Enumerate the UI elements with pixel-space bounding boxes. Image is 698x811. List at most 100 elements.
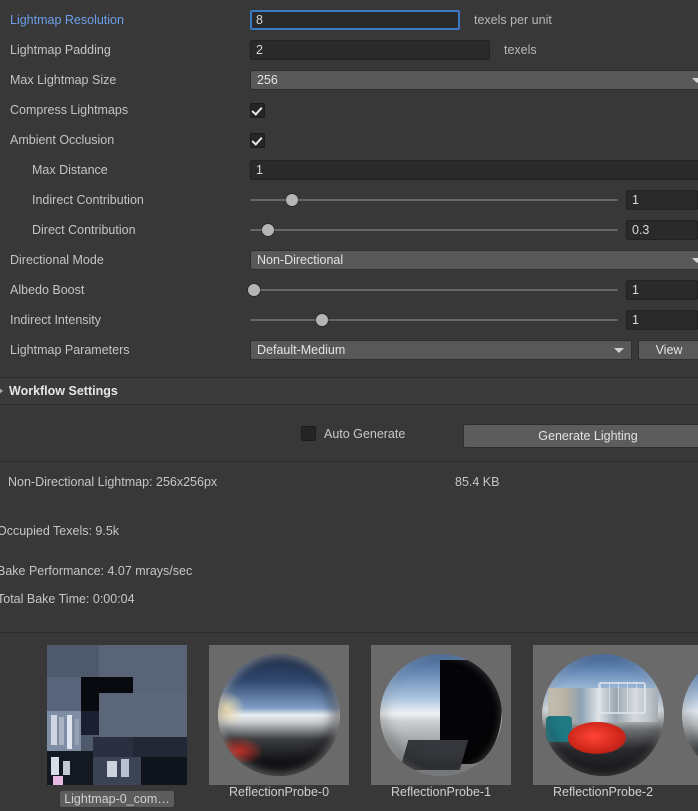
slider-handle[interactable]: [262, 224, 274, 236]
property-row: Lightmap Resolution8texels per unit: [0, 5, 698, 35]
dropdown-lightmap-parameters[interactable]: Default-Medium: [250, 340, 632, 360]
thumbnail-item[interactable]: ReflectionProbe-0: [209, 645, 349, 799]
property-control: 1: [250, 185, 698, 215]
lightmap-texel-block: [59, 717, 64, 745]
stat-lightmap-size: 85.4 KB: [455, 475, 499, 489]
property-control: 2texels: [250, 35, 698, 65]
thumbnail-image[interactable]: [47, 645, 187, 785]
probe-gloss-overlay: [380, 654, 502, 776]
value-direct-contribution[interactable]: 0.3: [626, 220, 698, 240]
thumbnail-caption-wrap: ReflectionProbe-1: [371, 785, 511, 799]
slider-track: [250, 229, 618, 231]
chevron-down-icon: [614, 348, 624, 353]
property-row: Directional Mode Non-Directional: [0, 245, 698, 275]
dropdown-max-lightmap-size[interactable]: 256: [250, 70, 698, 90]
lightmap-texel-block: [75, 719, 79, 745]
property-row: Indirect Contribution1: [0, 185, 698, 215]
thumbnail-item[interactable]: [673, 645, 698, 785]
dropdown-directional-mode[interactable]: Non-Directional: [250, 250, 698, 270]
slider-track: [250, 289, 618, 291]
reflection-probe-sphere: [682, 654, 698, 776]
stat-occupied-texels: Occupied Texels: 9.5k: [0, 524, 119, 538]
property-label-max-lightmap-size: Max Lightmap Size: [0, 65, 250, 95]
slider-track: [250, 319, 618, 321]
slider-indirect-contribution[interactable]: [250, 190, 618, 210]
property-label-lightmap-resolution: Lightmap Resolution: [0, 5, 250, 35]
lightmap-texel-block: [67, 715, 72, 749]
thumbnail-image[interactable]: [673, 645, 698, 785]
workflow-settings-title: Workflow Settings: [9, 384, 118, 398]
property-label-max-distance: Max Distance: [0, 155, 250, 185]
view-lightmap-parameters-button[interactable]: View: [638, 340, 698, 360]
thumbnail-item[interactable]: ReflectionProbe-1: [371, 645, 511, 799]
property-row: Compress Lightmaps: [0, 95, 698, 125]
checkbox-compress-lightmaps[interactable]: [250, 103, 265, 118]
thumbnail-image[interactable]: [371, 645, 511, 785]
property-control: [250, 125, 698, 155]
reflection-probe-sphere: [218, 654, 340, 776]
lightmap-texel-block: [63, 761, 70, 775]
lightmap-texel-block: [93, 737, 133, 757]
slider-handle[interactable]: [248, 284, 260, 296]
slider-track: [250, 199, 618, 201]
property-row: Ambient Occlusion: [0, 125, 698, 155]
auto-generate-checkbox[interactable]: [301, 426, 316, 441]
thumbnail-item[interactable]: Lightmap-0_com…: [47, 645, 187, 810]
property-control: Non-Directional: [250, 245, 698, 275]
dropdown-value: Non-Directional: [257, 251, 343, 270]
property-row: Albedo Boost1: [0, 275, 698, 305]
value-indirect-intensity[interactable]: 1: [626, 310, 698, 330]
dropdown-value: 256: [257, 71, 278, 90]
auto-generate-label: Auto Generate: [324, 427, 405, 441]
workflow-settings-section-header[interactable]: Workflow Settings: [0, 377, 698, 405]
property-control: 1: [250, 275, 698, 305]
input-max-distance[interactable]: 1: [250, 160, 698, 180]
reflection-probe-sphere: [542, 654, 664, 776]
lightmap-texel-block: [121, 759, 129, 777]
property-control: 256: [250, 65, 698, 95]
property-label-directional-mode: Directional Mode: [0, 245, 250, 275]
property-row: Max Lightmap Size 256: [0, 65, 698, 95]
probe-gloss-overlay: [682, 654, 698, 776]
thumbnail-caption: Lightmap-0_com…: [60, 791, 174, 807]
value-indirect-contribution[interactable]: 1: [626, 190, 698, 210]
property-control: Default-Medium View: [250, 335, 698, 365]
slider-indirect-intensity[interactable]: [250, 310, 618, 330]
thumbnail-caption: ReflectionProbe-2: [553, 785, 653, 799]
slider-direct-contribution[interactable]: [250, 220, 618, 240]
lightmap-texel-block: [51, 757, 59, 775]
property-control: 8texels per unit: [250, 5, 698, 35]
value-albedo-boost[interactable]: 1: [626, 280, 698, 300]
checkbox-ambient-occlusion[interactable]: [250, 133, 265, 148]
thumbnail-caption: ReflectionProbe-0: [229, 785, 329, 799]
property-row: Direct Contribution0.3: [0, 215, 698, 245]
lightmap-texel-block: [141, 757, 187, 785]
foldout-triangle-icon[interactable]: [0, 387, 3, 395]
input-lightmap-resolution[interactable]: 8: [250, 10, 460, 30]
property-control: 1: [250, 155, 698, 185]
chevron-down-icon: [692, 78, 698, 83]
property-control: 1: [250, 305, 698, 335]
thumbnail-image[interactable]: [209, 645, 349, 785]
generate-lighting-row: Auto Generate Generate Lighting: [0, 419, 698, 449]
slider-handle[interactable]: [316, 314, 328, 326]
property-label-ambient-occlusion: Ambient Occlusion: [0, 125, 250, 155]
thumbnail-caption-wrap: Lightmap-0_com…: [47, 785, 187, 810]
lightmap-preview-strip: Lightmap-0_com… ReflectionProbe-0 Reflecti…: [0, 632, 698, 811]
thumbnail-caption-wrap: ReflectionProbe-2: [533, 785, 673, 799]
stats-divider: [0, 461, 698, 462]
input-lightmap-padding[interactable]: 2: [250, 40, 490, 60]
property-label-indirect-intensity: Indirect Intensity: [0, 305, 250, 335]
thumbnail-image[interactable]: [533, 645, 673, 785]
lightmap-texel-block: [53, 776, 63, 785]
chevron-down-icon: [692, 258, 698, 263]
property-label-lightmap-parameters: Lightmap Parameters: [0, 335, 250, 365]
lightmap-texel-block: [93, 757, 141, 785]
property-row: Lightmap Padding2texels: [0, 35, 698, 65]
thumbnail-item[interactable]: ReflectionProbe-2: [533, 645, 673, 799]
dropdown-value: Default-Medium: [257, 341, 345, 360]
thumbnail-caption-wrap: ReflectionProbe-0: [209, 785, 349, 799]
slider-albedo-boost[interactable]: [250, 280, 618, 300]
slider-handle[interactable]: [286, 194, 298, 206]
generate-lighting-button[interactable]: Generate Lighting: [463, 424, 698, 448]
